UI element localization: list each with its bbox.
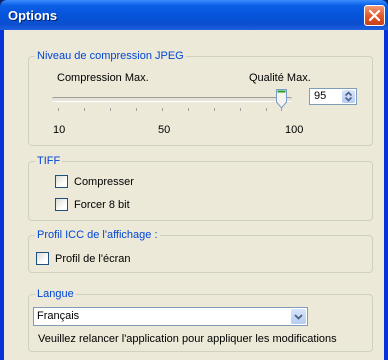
- title-bar[interactable]: Options: [0, 0, 388, 30]
- jpeg-group-legend: Niveau de compression JPEG: [35, 50, 186, 62]
- tick-mark: [188, 108, 189, 111]
- tick-mark: [240, 108, 241, 111]
- tiff-group: TIFF: [28, 155, 373, 221]
- language-select[interactable]: Français: [33, 307, 308, 326]
- window-border-right: [384, 30, 388, 360]
- language-group-legend: Langue: [35, 288, 76, 300]
- quality-value[interactable]: 95: [314, 90, 326, 102]
- screen-profile-checkbox[interactable]: [36, 252, 49, 265]
- tick-mark: [84, 108, 85, 111]
- tick-mark: [110, 108, 111, 111]
- quality-spinbox[interactable]: 95: [309, 88, 357, 105]
- icc-group-legend: Profil ICC de l'affichage :: [35, 229, 160, 241]
- tick-mark: [136, 108, 137, 111]
- quality-spin-button[interactable]: [342, 90, 355, 103]
- compression-max-label: Compression Max.: [57, 72, 149, 84]
- tick-mark: [214, 108, 215, 111]
- tick-label-50: 50: [158, 124, 171, 136]
- tick-label-10: 10: [53, 124, 66, 136]
- tiff-group-legend: TIFF: [35, 155, 63, 167]
- tick-mark: [58, 108, 59, 111]
- spin-updown-icon: [344, 91, 353, 102]
- compress-label[interactable]: Compresser: [74, 176, 134, 188]
- language-dropdown-button[interactable]: [291, 309, 306, 324]
- tick-label-100: 100: [285, 124, 304, 136]
- tick-mark: [162, 108, 163, 111]
- quality-max-label: Qualité Max.: [249, 72, 311, 84]
- screen-profile-label[interactable]: Profil de l'écran: [55, 253, 130, 265]
- compress-checkbox[interactable]: [55, 175, 68, 188]
- language-selected-value[interactable]: Français: [37, 310, 79, 322]
- chevron-down-icon: [294, 314, 303, 320]
- quality-slider-track[interactable]: [52, 97, 292, 102]
- window-title: Options: [8, 8, 58, 23]
- close-button[interactable]: [364, 5, 385, 26]
- restart-note: Veuillez relancer l'application pour app…: [38, 333, 337, 345]
- force-8bit-label[interactable]: Forcer 8 bit: [74, 199, 130, 211]
- force-8bit-checkbox[interactable]: [55, 198, 68, 211]
- close-icon: [369, 10, 380, 21]
- options-dialog: Options Niveau de compression JPEG Compr…: [0, 0, 388, 360]
- tick-mark: [281, 108, 282, 111]
- quality-slider-thumb[interactable]: [276, 89, 287, 109]
- tick-mark: [266, 108, 267, 111]
